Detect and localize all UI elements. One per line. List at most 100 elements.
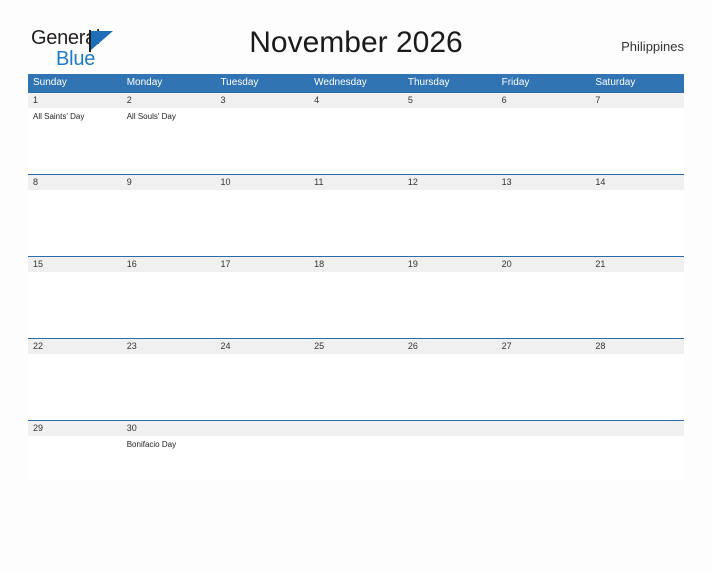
date-number[interactable]: 19 bbox=[403, 257, 497, 272]
day-cell[interactable] bbox=[403, 354, 497, 420]
date-number[interactable]: 10 bbox=[215, 175, 309, 190]
date-number[interactable]: 4 bbox=[309, 93, 403, 108]
weekday-header-sunday: Sunday bbox=[33, 77, 67, 88]
date-number bbox=[309, 421, 403, 436]
day-cell[interactable] bbox=[309, 272, 403, 338]
date-number[interactable]: 6 bbox=[497, 93, 591, 108]
date-number bbox=[403, 421, 497, 436]
day-cell[interactable] bbox=[590, 272, 684, 338]
event-label: Bonifacio Day bbox=[126, 440, 177, 449]
date-number[interactable]: 26 bbox=[403, 339, 497, 354]
week-event-band bbox=[28, 354, 684, 420]
week-event-band: All Saints' Day All Souls' Day bbox=[28, 108, 684, 174]
day-cell[interactable] bbox=[309, 190, 403, 256]
date-number[interactable]: 16 bbox=[122, 257, 216, 272]
date-number[interactable]: 14 bbox=[590, 175, 684, 190]
week-event-band bbox=[28, 272, 684, 338]
day-cell[interactable] bbox=[28, 272, 122, 338]
date-number[interactable]: 1 bbox=[28, 93, 122, 108]
day-cell[interactable] bbox=[497, 272, 591, 338]
day-cell[interactable] bbox=[215, 272, 309, 338]
day-cell[interactable] bbox=[309, 354, 403, 420]
calendar-grid: Sunday Monday Tuesday Wednesday Thursday… bbox=[28, 74, 684, 480]
week-date-band: 15 16 17 18 19 20 21 bbox=[28, 257, 684, 272]
date-number[interactable]: 27 bbox=[497, 339, 591, 354]
day-cell[interactable] bbox=[590, 354, 684, 420]
weekday-header-thursday: Thursday bbox=[407, 77, 450, 88]
day-cell[interactable] bbox=[122, 190, 216, 256]
page-header: General Blue November 2026 Philippines bbox=[28, 22, 684, 74]
date-number bbox=[215, 421, 309, 436]
day-cell[interactable] bbox=[215, 354, 309, 420]
date-number[interactable]: 18 bbox=[309, 257, 403, 272]
day-cell[interactable] bbox=[215, 190, 309, 256]
calendar-week-row: 29 30 Bonifacio Day bbox=[28, 420, 684, 480]
date-number bbox=[590, 421, 684, 436]
day-cell bbox=[497, 436, 591, 480]
week-date-band: 1 2 3 4 5 6 7 bbox=[28, 93, 684, 108]
date-number[interactable]: 7 bbox=[590, 93, 684, 108]
weekday-header-tuesday: Tuesday bbox=[220, 77, 259, 88]
week-date-band: 22 23 24 25 26 27 28 bbox=[28, 339, 684, 354]
day-cell[interactable] bbox=[403, 272, 497, 338]
day-cell[interactable] bbox=[497, 108, 591, 174]
day-cell[interactable] bbox=[309, 108, 403, 174]
date-number[interactable]: 22 bbox=[28, 339, 122, 354]
day-cell[interactable]: All Saints' Day bbox=[28, 108, 122, 174]
date-number[interactable]: 23 bbox=[122, 339, 216, 354]
calendar-week-row: 8 9 10 11 12 13 14 bbox=[28, 174, 684, 256]
date-number bbox=[497, 421, 591, 436]
date-number[interactable]: 15 bbox=[28, 257, 122, 272]
calendar-week-row: 15 16 17 18 19 20 21 bbox=[28, 256, 684, 338]
day-cell bbox=[215, 436, 309, 480]
day-cell[interactable] bbox=[497, 354, 591, 420]
date-number[interactable]: 29 bbox=[28, 421, 122, 436]
date-number[interactable]: 12 bbox=[403, 175, 497, 190]
date-number[interactable]: 13 bbox=[497, 175, 591, 190]
calendar-week-row: 22 23 24 25 26 27 28 bbox=[28, 338, 684, 420]
day-cell[interactable] bbox=[122, 272, 216, 338]
date-number[interactable]: 24 bbox=[215, 339, 309, 354]
week-date-band: 29 30 bbox=[28, 421, 684, 436]
day-cell bbox=[590, 436, 684, 480]
date-number[interactable]: 8 bbox=[28, 175, 122, 190]
weekday-header-saturday: Saturday bbox=[595, 77, 636, 88]
day-cell[interactable]: All Souls' Day bbox=[122, 108, 216, 174]
day-cell[interactable] bbox=[590, 108, 684, 174]
date-number[interactable]: 2 bbox=[122, 93, 216, 108]
day-cell[interactable] bbox=[215, 108, 309, 174]
weekday-header-wednesday: Wednesday bbox=[314, 77, 367, 88]
day-cell[interactable] bbox=[28, 436, 122, 480]
date-number[interactable]: 28 bbox=[590, 339, 684, 354]
day-cell[interactable] bbox=[403, 108, 497, 174]
weekday-header-monday: Monday bbox=[126, 77, 163, 88]
date-number[interactable]: 30 bbox=[122, 421, 216, 436]
week-date-band: 8 9 10 11 12 13 14 bbox=[28, 175, 684, 190]
date-number[interactable]: 9 bbox=[122, 175, 216, 190]
calendar-page: General Blue November 2026 Philippines S… bbox=[0, 22, 712, 572]
day-cell[interactable] bbox=[122, 354, 216, 420]
day-cell[interactable] bbox=[497, 190, 591, 256]
day-cell bbox=[403, 436, 497, 480]
country-label: Philippines bbox=[621, 39, 684, 54]
date-number[interactable]: 5 bbox=[403, 93, 497, 108]
day-cell bbox=[309, 436, 403, 480]
date-number[interactable]: 17 bbox=[215, 257, 309, 272]
day-cell[interactable]: Bonifacio Day bbox=[122, 436, 216, 480]
week-event-band: Bonifacio Day bbox=[28, 436, 684, 480]
date-number[interactable]: 20 bbox=[497, 257, 591, 272]
day-cell[interactable] bbox=[28, 190, 122, 256]
weekday-header-row: Sunday Monday Tuesday Wednesday Thursday… bbox=[28, 74, 684, 92]
week-event-band bbox=[28, 190, 684, 256]
event-label: All Souls' Day bbox=[126, 112, 176, 121]
day-cell[interactable] bbox=[403, 190, 497, 256]
date-number[interactable]: 11 bbox=[309, 175, 403, 190]
date-number[interactable]: 25 bbox=[309, 339, 403, 354]
date-number[interactable]: 21 bbox=[590, 257, 684, 272]
event-label: All Saints' Day bbox=[33, 112, 85, 121]
day-cell[interactable] bbox=[28, 354, 122, 420]
day-cell[interactable] bbox=[590, 190, 684, 256]
weekday-header-friday: Friday bbox=[501, 77, 530, 88]
calendar-week-row: 1 2 3 4 5 6 7 All Saints' Day All Souls'… bbox=[28, 92, 684, 174]
date-number[interactable]: 3 bbox=[215, 93, 309, 108]
